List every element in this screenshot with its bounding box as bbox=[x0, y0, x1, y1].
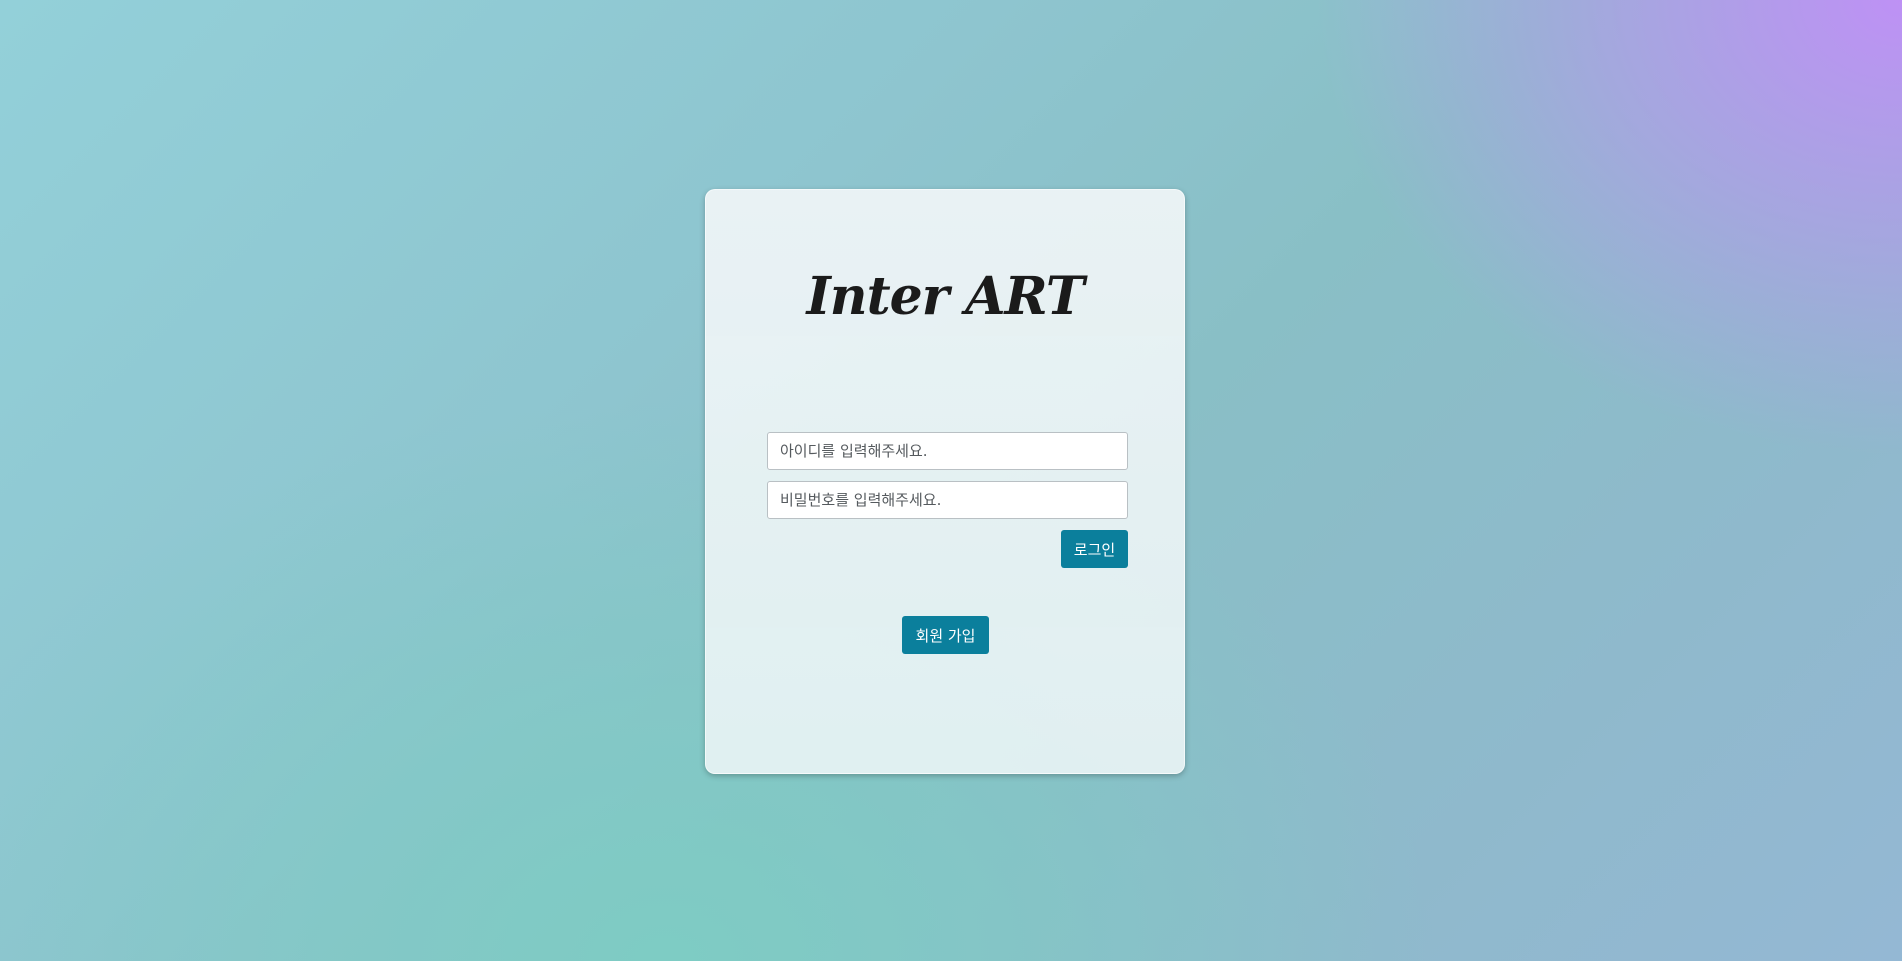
brand-logo-title: Inter ART bbox=[806, 266, 1084, 327]
login-button[interactable]: 로그인 bbox=[1061, 530, 1128, 568]
login-card: Inter ART 로그인 회원 가입 bbox=[705, 189, 1185, 774]
password-input[interactable] bbox=[767, 481, 1128, 519]
signup-button[interactable]: 회원 가입 bbox=[902, 616, 989, 654]
username-input[interactable] bbox=[767, 432, 1128, 470]
